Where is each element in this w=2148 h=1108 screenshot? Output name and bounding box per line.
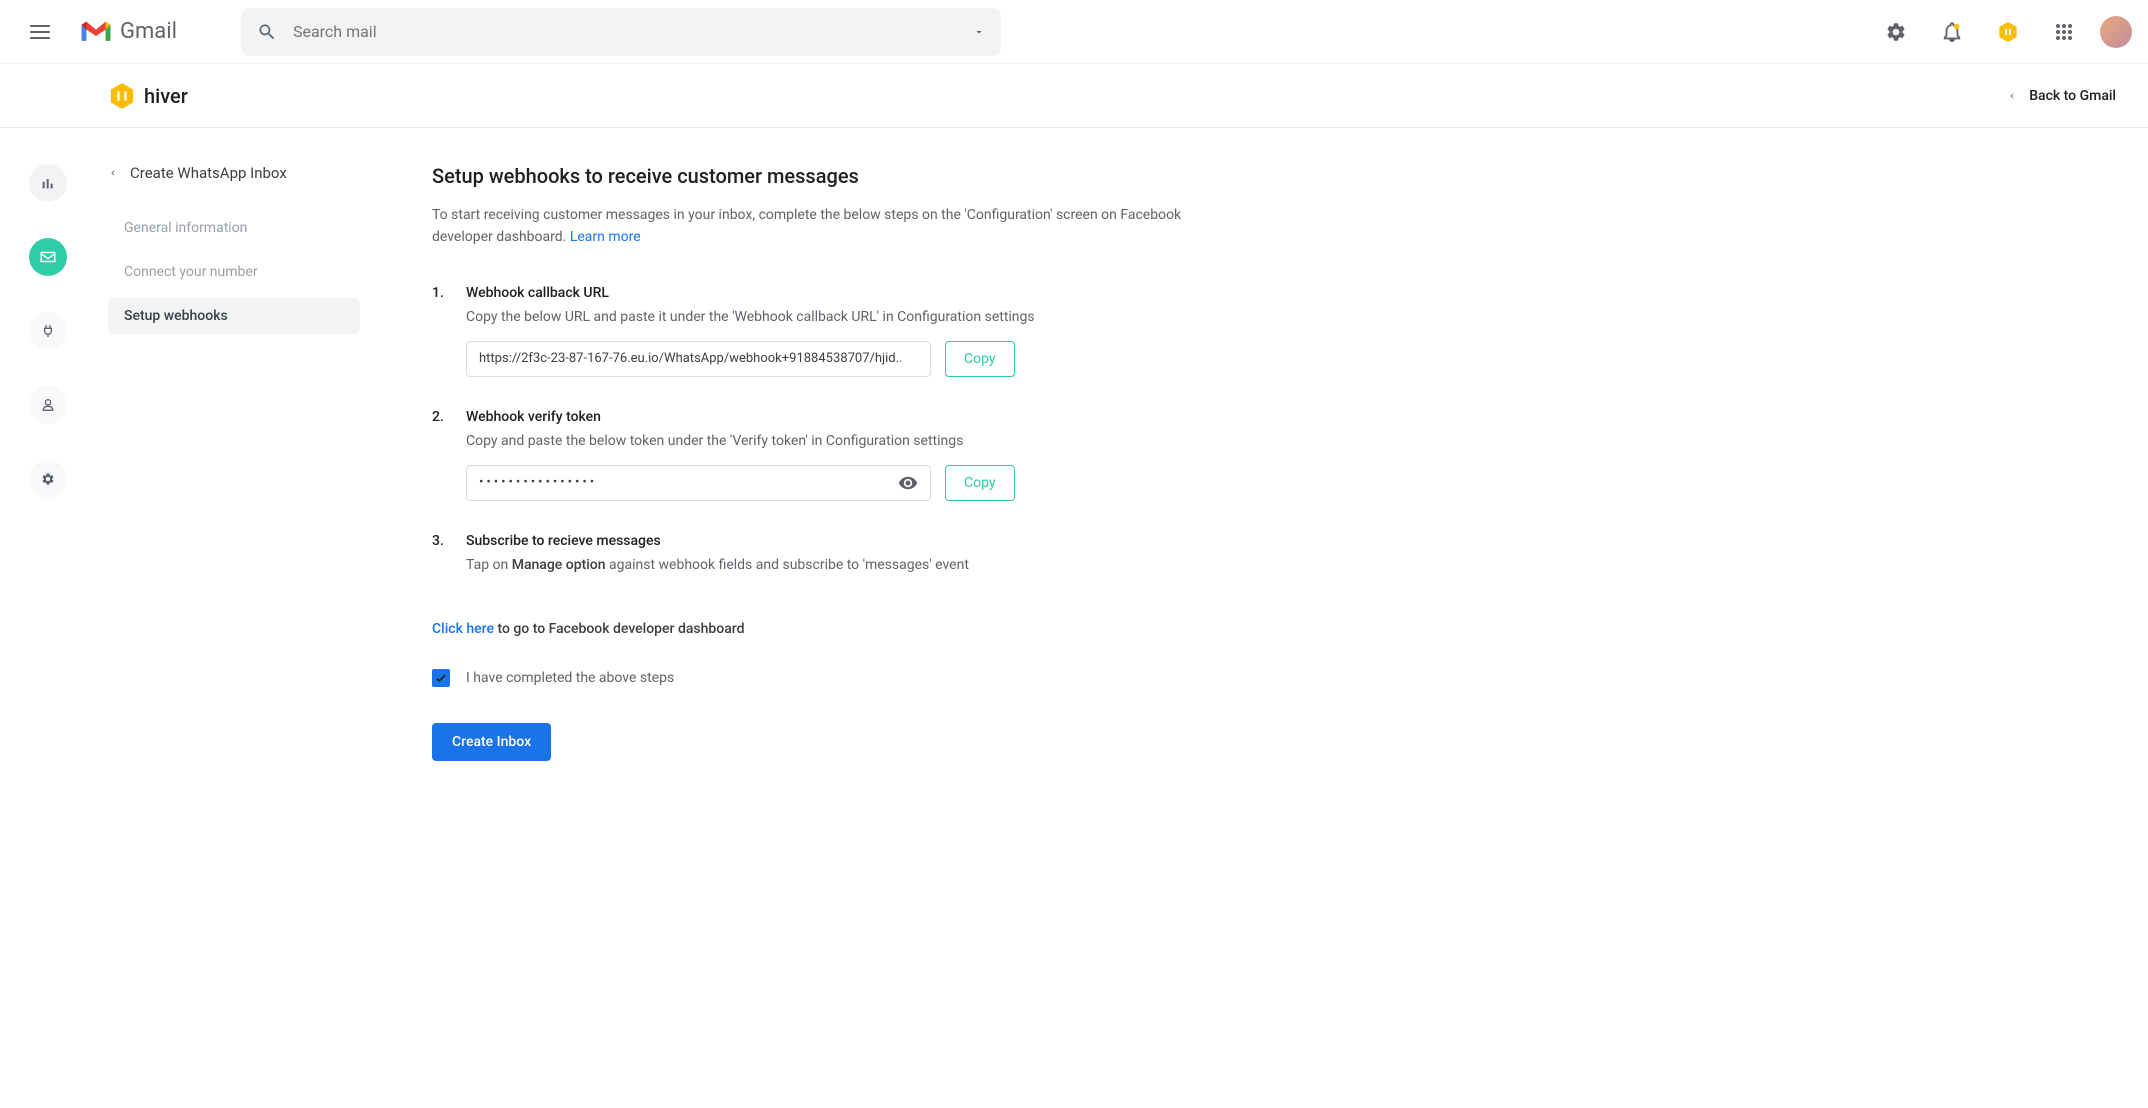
gmail-logo[interactable]: Gmail <box>80 19 177 44</box>
confirm-checkbox-row: I have completed the above steps <box>432 669 1228 687</box>
search-bar[interactable] <box>241 8 1001 56</box>
search-input[interactable] <box>293 22 957 41</box>
copy-url-button[interactable]: Copy <box>945 341 1015 377</box>
subnav: Create WhatsApp Inbox General informatio… <box>96 128 376 809</box>
content: Setup webhooks to receive customer messa… <box>376 128 1276 809</box>
verify-token-field[interactable]: •••••••••••••••• <box>466 465 931 501</box>
gmail-brand-text: Gmail <box>120 19 177 44</box>
subnav-item-general[interactable]: General information <box>108 210 360 246</box>
subnav-item-connect[interactable]: Connect your number <box>108 254 360 290</box>
page-description: To start receiving customer messages in … <box>432 204 1228 249</box>
inbox-icon <box>39 248 57 266</box>
settings-button[interactable] <box>1876 12 1916 52</box>
subnav-item-webhooks[interactable]: Setup webhooks <box>108 298 360 334</box>
chevron-left-icon <box>2007 91 2017 101</box>
page-desc-text: To start receiving customer messages in … <box>432 207 1181 245</box>
learn-more-link[interactable]: Learn more <box>570 229 641 245</box>
gear-small-icon <box>41 472 55 486</box>
subnav-title: Create WhatsApp Inbox <box>130 164 287 182</box>
check-icon <box>434 671 448 685</box>
step-3-title: Subscribe to recieve messages <box>466 533 1228 549</box>
step-num-1: 1. <box>432 285 446 377</box>
step-1-title: Webhook callback URL <box>466 285 1228 301</box>
gmail-header: Gmail <box>0 0 2148 64</box>
back-to-gmail-link[interactable]: Back to Gmail <box>2007 88 2116 104</box>
confirm-checkbox[interactable] <box>432 669 450 687</box>
subnav-back[interactable]: Create WhatsApp Inbox <box>96 164 360 182</box>
dashboard-link-row: Click here to go to Facebook developer d… <box>432 621 1228 637</box>
main-layout: Create WhatsApp Inbox General informatio… <box>0 128 2148 809</box>
user-avatar[interactable] <box>2100 16 2132 48</box>
step-1-desc: Copy the below URL and paste it under th… <box>466 309 1228 325</box>
notifications-button[interactable] <box>1932 12 1972 52</box>
confirm-checkbox-label: I have completed the above steps <box>466 670 674 686</box>
verify-token-value: •••••••••••••••• <box>479 475 597 490</box>
rail-analytics[interactable] <box>29 164 67 202</box>
create-inbox-button[interactable]: Create Inbox <box>432 723 551 761</box>
chevron-left-icon <box>108 168 118 178</box>
back-link-label: Back to Gmail <box>2029 88 2116 104</box>
main-menu-button[interactable] <box>16 8 64 56</box>
step-2-title: Webhook verify token <box>466 409 1228 425</box>
webhook-url-value: https://2f3c-23-87-167-76.eu.io/WhatsApp… <box>479 351 902 366</box>
step-2-desc: Copy and paste the below token under the… <box>466 433 1228 449</box>
apps-grid-icon <box>2056 24 2072 40</box>
apps-button[interactable] <box>2044 12 2084 52</box>
hiver-logo-icon <box>108 82 136 110</box>
facebook-dashboard-link[interactable]: Click here <box>432 621 494 637</box>
step-1: 1. Webhook callback URL Copy the below U… <box>432 285 1228 377</box>
step-3-desc: Tap on Manage option against webhook fie… <box>466 557 1228 573</box>
plug-icon <box>40 323 56 339</box>
gmail-m-icon <box>80 20 112 44</box>
hiver-hex-icon <box>1996 20 2020 44</box>
person-icon <box>40 397 56 413</box>
header-right <box>1876 12 2132 52</box>
copy-token-button[interactable]: Copy <box>945 465 1015 501</box>
dashboard-link-suffix: to go to Facebook developer dashboard <box>494 621 745 637</box>
step-2: 2. Webhook verify token Copy and paste t… <box>432 409 1228 501</box>
gear-icon <box>1885 21 1907 43</box>
bell-icon <box>1941 21 1963 43</box>
analytics-icon <box>40 175 56 191</box>
search-icon <box>257 22 277 42</box>
step-3: 3. Subscribe to recieve messages Tap on … <box>432 533 1228 589</box>
rail-inbox[interactable] <box>29 238 67 276</box>
search-options-icon[interactable] <box>973 26 985 38</box>
page-title: Setup webhooks to receive customer messa… <box>432 164 1228 188</box>
show-token-icon[interactable] <box>898 473 918 493</box>
step-num-2: 2. <box>432 409 446 501</box>
hiver-subheader: hiver Back to Gmail <box>0 64 2148 128</box>
rail-automation[interactable] <box>29 312 67 350</box>
rail-contacts[interactable] <box>29 386 67 424</box>
hiver-app-button[interactable] <box>1988 12 2028 52</box>
left-rail <box>0 128 96 809</box>
webhook-url-field[interactable]: https://2f3c-23-87-167-76.eu.io/WhatsApp… <box>466 341 931 377</box>
rail-settings[interactable] <box>29 460 67 498</box>
hiver-logo[interactable]: hiver <box>108 82 188 110</box>
hamburger-icon <box>30 25 50 39</box>
step-num-3: 3. <box>432 533 446 589</box>
hiver-brand-text: hiver <box>144 84 188 108</box>
